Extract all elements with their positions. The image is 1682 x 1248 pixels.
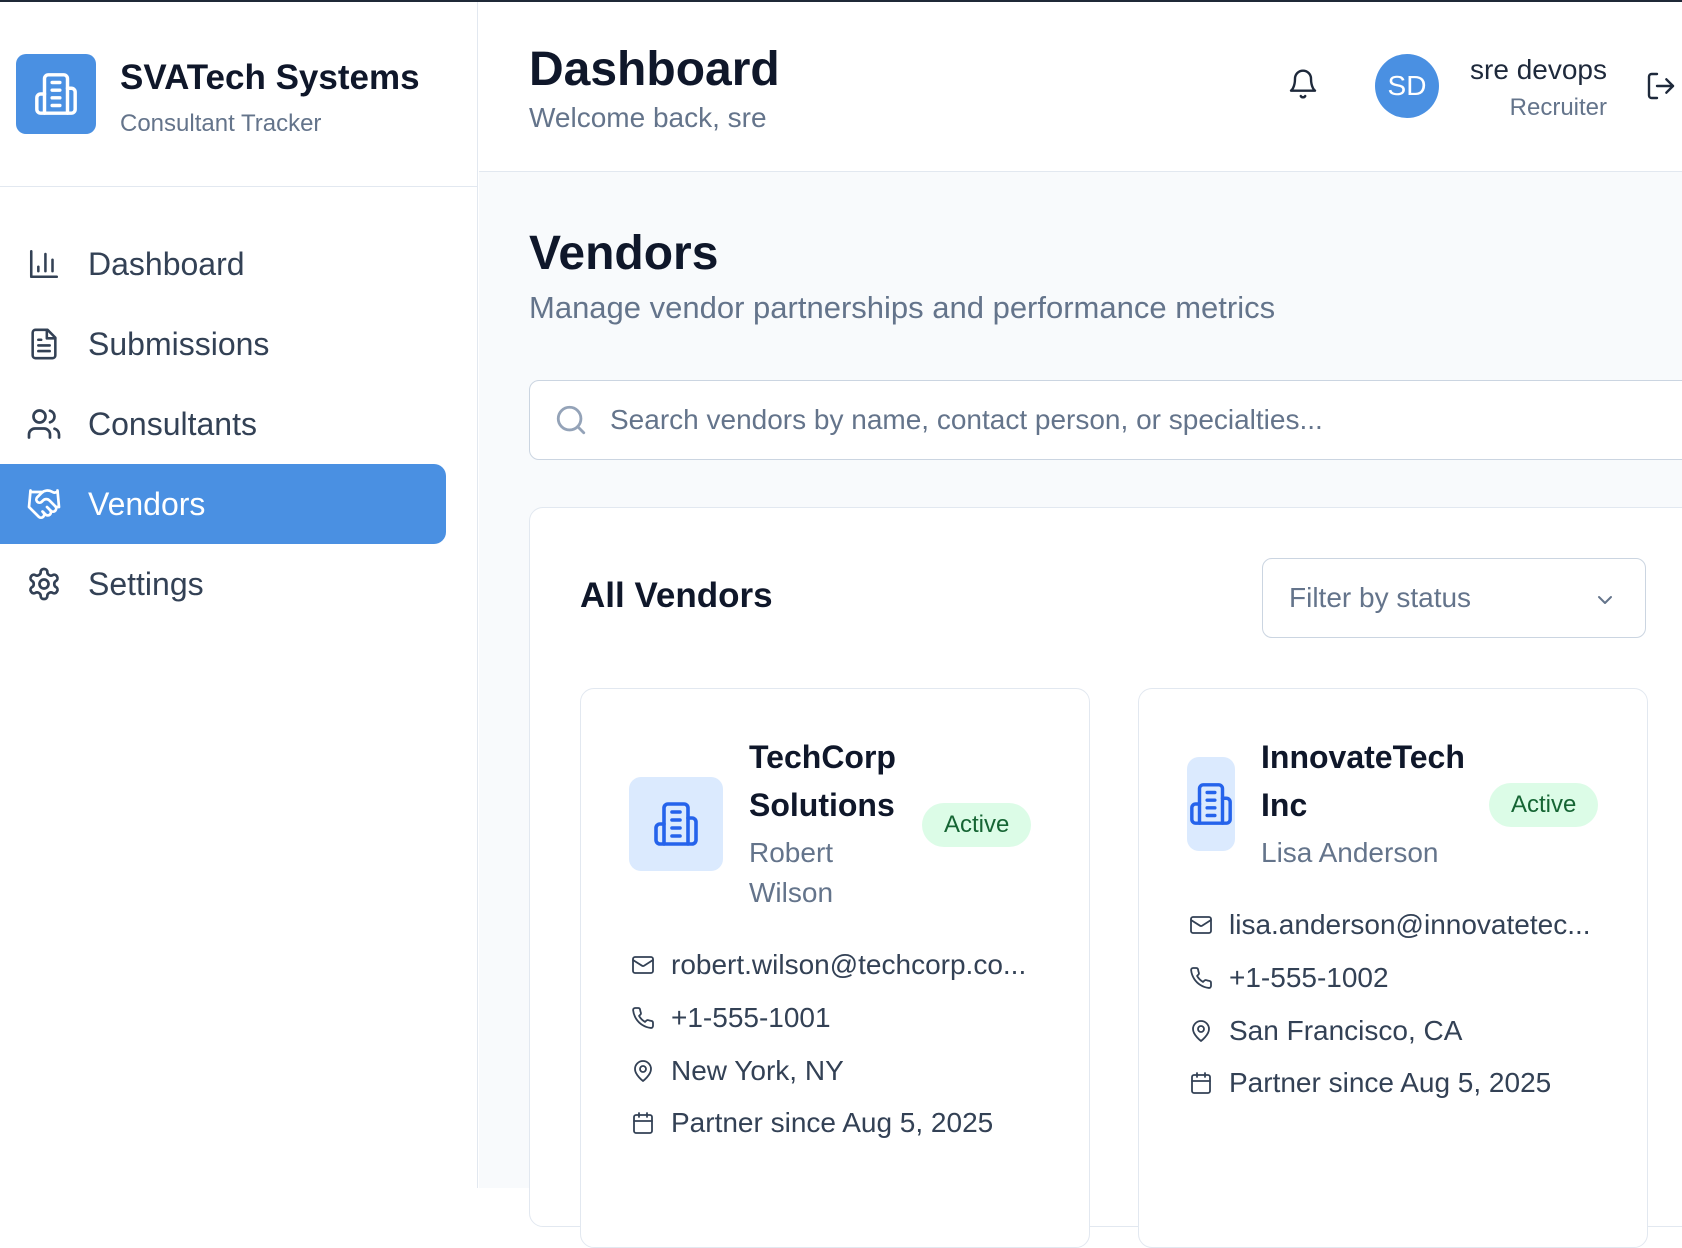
sidebar-item-label: Consultants: [88, 405, 257, 442]
bar-chart-icon: [24, 244, 64, 284]
vendor-card[interactable]: InnovateTech Inc Lisa Anderson Active li…: [1138, 688, 1648, 1248]
sidebar-item-label: Vendors: [88, 485, 206, 522]
sidebar-item-label: Submissions: [88, 325, 270, 362]
search-input[interactable]: [610, 381, 1682, 459]
main-content: Vendors Manage vendor partnerships and p…: [479, 172, 1682, 1248]
calendar-icon: [629, 1109, 657, 1137]
header-subtitle: Welcome back, sre: [529, 102, 767, 133]
sidebar-item-submissions[interactable]: Submissions: [0, 304, 446, 384]
vendor-contact: Lisa Anderson: [1261, 837, 1439, 868]
gear-icon: [24, 564, 64, 604]
user-role: Recruiter: [1509, 94, 1607, 121]
page-title: Vendors: [529, 227, 719, 280]
top-header: Dashboard Welcome back, sre SD sre devop…: [479, 2, 1682, 172]
building-icon: [629, 777, 723, 871]
chevron-down-icon: [1593, 587, 1617, 611]
search-bar: [529, 380, 1682, 460]
sidebar-item-dashboard[interactable]: Dashboard: [0, 224, 446, 304]
sidebar-item-label: Dashboard: [88, 245, 245, 282]
vendor-partner-since: Partner since Aug 5, 2025: [629, 1107, 993, 1139]
calendar-icon: [1187, 1069, 1215, 1097]
status-filter-select[interactable]: Filter by status: [1262, 558, 1646, 638]
users-icon: [24, 404, 64, 444]
map-pin-icon: [1187, 1017, 1215, 1045]
vendor-phone: +1-555-1002: [1187, 962, 1389, 994]
phone-icon: [1187, 964, 1215, 992]
sidebar-item-vendors[interactable]: Vendors: [0, 464, 446, 544]
brand-header: SVATech Systems Consultant Tracker: [0, 2, 477, 187]
sidebar: SVATech Systems Consultant Tracker Dashb…: [0, 2, 478, 1188]
vendor-name: InnovateTech Inc: [1261, 739, 1465, 823]
header-title: Dashboard: [529, 43, 780, 96]
avatar[interactable]: SD: [1375, 54, 1439, 118]
vendors-panel: All Vendors Filter by status TechCorp So…: [529, 507, 1682, 1248]
vendor-name: TechCorp Solutions: [749, 739, 896, 823]
building-icon: [16, 54, 96, 134]
panel-title: All Vendors: [580, 576, 773, 615]
handshake-icon: [24, 484, 64, 524]
sidebar-item-settings[interactable]: Settings: [0, 544, 446, 624]
document-icon: [24, 324, 64, 364]
page-subtitle: Manage vendor partnerships and performan…: [529, 290, 1276, 325]
vendor-partner-since: Partner since Aug 5, 2025: [1187, 1067, 1551, 1099]
bell-icon[interactable]: [1287, 68, 1327, 108]
brand-name: SVATech Systems: [120, 58, 420, 97]
mail-icon: [629, 951, 657, 979]
phone-icon: [629, 1004, 657, 1032]
brand-subtitle: Consultant Tracker: [120, 110, 322, 137]
logout-icon[interactable]: [1645, 70, 1681, 106]
vendor-phone: +1-555-1001: [629, 1002, 831, 1034]
user-name: sre devops: [1470, 54, 1607, 85]
mail-icon: [1187, 911, 1215, 939]
vendor-contact: Robert Wilson: [749, 837, 834, 908]
sidebar-item-label: Settings: [88, 565, 204, 602]
search-icon: [554, 403, 588, 437]
sidebar-nav: Dashboard Submissions Consultants Vendor…: [0, 224, 446, 624]
status-badge: Active: [922, 803, 1032, 847]
vendor-location: New York, NY: [629, 1055, 844, 1087]
vendor-card[interactable]: TechCorp Solutions Robert Wilson Active …: [580, 688, 1090, 1248]
vendor-email: lisa.anderson@innovatetec...: [1187, 909, 1591, 941]
filter-placeholder: Filter by status: [1289, 582, 1472, 613]
status-badge: Active: [1489, 783, 1599, 827]
vendor-location: San Francisco, CA: [1187, 1015, 1462, 1047]
vendor-email: robert.wilson@techcorp.co...: [629, 949, 1026, 981]
sidebar-item-consultants[interactable]: Consultants: [0, 384, 446, 464]
building-icon: [1187, 757, 1235, 851]
map-pin-icon: [629, 1057, 657, 1085]
